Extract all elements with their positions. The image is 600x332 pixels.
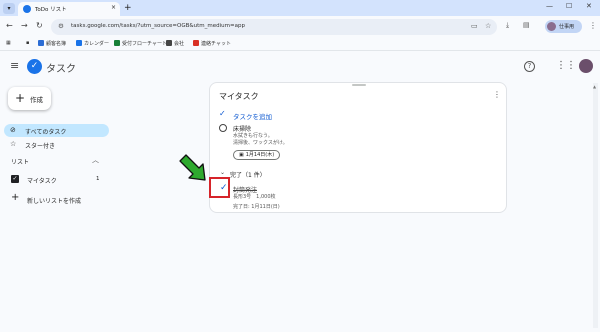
bookmark-item[interactable]: 連絡チャット bbox=[193, 40, 231, 47]
tab-title: ToDo リスト bbox=[35, 7, 67, 13]
sidebar-item-label: すべてのタスク bbox=[25, 129, 67, 136]
install-app-icon[interactable]: ▭ bbox=[471, 22, 478, 30]
minimize-button[interactable]: — bbox=[546, 2, 553, 10]
browser-tab[interactable]: ToDo リスト × bbox=[18, 2, 120, 16]
flowchart-icon bbox=[114, 40, 120, 46]
sidebar-item-label: スター付き bbox=[25, 143, 56, 150]
extensions-icon[interactable]: ▤ bbox=[523, 21, 530, 29]
tab-strip: ▾ ToDo リスト × + — ☐ ✕ bbox=[0, 0, 600, 16]
bookmark-item[interactable]: ▪ bbox=[26, 40, 29, 46]
bookmark-item[interactable]: 顧客名簿 bbox=[38, 40, 66, 47]
task-title[interactable]: 床掃除 bbox=[233, 124, 251, 133]
sidebar-item-starred[interactable]: ☆ スター付き bbox=[4, 138, 109, 151]
scrollbar[interactable] bbox=[593, 83, 598, 328]
add-task-icon[interactable]: ✓ bbox=[219, 109, 226, 118]
company-icon bbox=[166, 40, 172, 46]
profile-button[interactable]: 仕事用 bbox=[545, 20, 582, 33]
calendar-icon bbox=[76, 40, 82, 46]
url-text[interactable]: tasks.google.com/tasks/?utm_source=OGB&u… bbox=[71, 23, 245, 29]
chevron-down-icon[interactable]: ⌄ bbox=[220, 169, 225, 176]
site-info-icon[interactable]: ⚙ bbox=[58, 22, 64, 30]
google-apps-icon[interactable]: ⋮⋮ bbox=[556, 60, 576, 71]
task-description[interactable]: 水拭きも行なう。 清掃後、ワックスがけ。 bbox=[233, 133, 288, 147]
add-task-button[interactable]: タスクを追加 bbox=[233, 111, 272, 121]
main-menu-icon[interactable]: ≡ bbox=[10, 60, 19, 71]
plus-icon: + bbox=[11, 192, 20, 203]
bookmark-item[interactable]: カレンダー bbox=[76, 40, 109, 47]
card-title: マイタスク bbox=[219, 92, 259, 101]
bookmark-item[interactable]: 会社 bbox=[166, 40, 184, 47]
bookmarks-bar: ▦ ▪ 顧客名簿 カレンダー 受付フローチャート 会社 連絡チャット bbox=[0, 38, 600, 51]
forward-arrow-icon[interactable]: → bbox=[21, 21, 28, 30]
task-date-chip[interactable]: ▣ 1月14日(木) bbox=[233, 150, 281, 160]
green-arrow-icon bbox=[179, 154, 206, 181]
list-item-my-tasks[interactable]: ✓ マイタスク 1 bbox=[11, 175, 101, 185]
reload-icon[interactable]: ↻ bbox=[36, 21, 43, 30]
chevron-up-icon[interactable]: ︿ bbox=[92, 155, 99, 165]
apps-grid-icon[interactable]: ▦ bbox=[6, 40, 11, 46]
address-bar[interactable]: ⚙ tasks.google.com/tasks/?utm_source=OGB… bbox=[51, 19, 497, 35]
download-icon[interactable]: ⤓ bbox=[506, 21, 509, 30]
check-circle-icon: ⊘ bbox=[10, 126, 16, 134]
completed-heading[interactable]: 完了（1 件） bbox=[230, 170, 266, 179]
profile-label: 仕事用 bbox=[559, 24, 575, 30]
scroll-up-arrow-icon[interactable]: ▲ bbox=[593, 84, 596, 89]
calendar-icon: ▣ bbox=[239, 152, 244, 158]
profile-avatar bbox=[547, 22, 556, 31]
task-complete-radio[interactable] bbox=[219, 124, 227, 132]
tab-search-button[interactable]: ▾ bbox=[3, 3, 15, 14]
bookmark-icon bbox=[38, 40, 44, 46]
completed-date: 完了日: 1月11日(日) bbox=[233, 204, 280, 210]
drag-handle[interactable] bbox=[352, 84, 366, 86]
list-item-label: マイタスク bbox=[27, 178, 57, 185]
browser-window: ▾ ToDo リスト × + — ☐ ✕ ← → ↻ ⚙ tasks.googl… bbox=[0, 0, 600, 332]
star-icon: ☆ bbox=[10, 140, 17, 148]
plus-icon: + bbox=[15, 91, 26, 105]
checkbox-checked-icon[interactable]: ✓ bbox=[11, 175, 19, 183]
bookmark-star-icon[interactable]: ☆ bbox=[485, 22, 491, 30]
browser-toolbar: ← → ↻ ⚙ tasks.google.com/tasks/?utm_sour… bbox=[0, 16, 600, 38]
completed-task-description: 長形3号 1,000枚 bbox=[233, 194, 276, 200]
highlight-box bbox=[209, 177, 230, 198]
maximize-button[interactable]: ☐ bbox=[566, 2, 572, 10]
close-window-button[interactable]: ✕ bbox=[586, 2, 592, 10]
more-options-icon[interactable]: ⋮ bbox=[493, 90, 501, 99]
new-list-label: 新しいリストを作成 bbox=[27, 198, 82, 205]
help-icon[interactable]: ? bbox=[524, 61, 535, 72]
app-title: タスク bbox=[46, 64, 76, 75]
new-tab-button[interactable]: + bbox=[124, 2, 132, 14]
tasks-logo-icon: ✓ bbox=[27, 59, 42, 74]
lists-heading: リスト bbox=[11, 159, 30, 166]
tasks-favicon-icon bbox=[23, 5, 31, 13]
task-list-card: マイタスク ⋮ ✓ タスクを追加 床掃除 水拭きも行なう。 清掃後、ワックスがけ… bbox=[209, 82, 507, 213]
create-label: 作成 bbox=[30, 96, 43, 104]
create-button[interactable]: + 作成 bbox=[8, 87, 51, 110]
back-arrow-icon[interactable]: ← bbox=[6, 21, 13, 30]
app-header: ≡ ✓ タスク ? ⋮⋮ bbox=[0, 51, 600, 83]
browser-menu-icon[interactable]: ⋮ bbox=[589, 21, 597, 30]
bookmark-item[interactable]: 受付フローチャート bbox=[114, 40, 167, 47]
chat-icon bbox=[193, 40, 199, 46]
account-avatar[interactable] bbox=[579, 59, 593, 73]
list-item-count: 1 bbox=[96, 176, 100, 182]
close-tab-icon[interactable]: × bbox=[111, 4, 116, 11]
sidebar-item-all-tasks[interactable]: ⊘ すべてのタスク bbox=[4, 124, 109, 137]
